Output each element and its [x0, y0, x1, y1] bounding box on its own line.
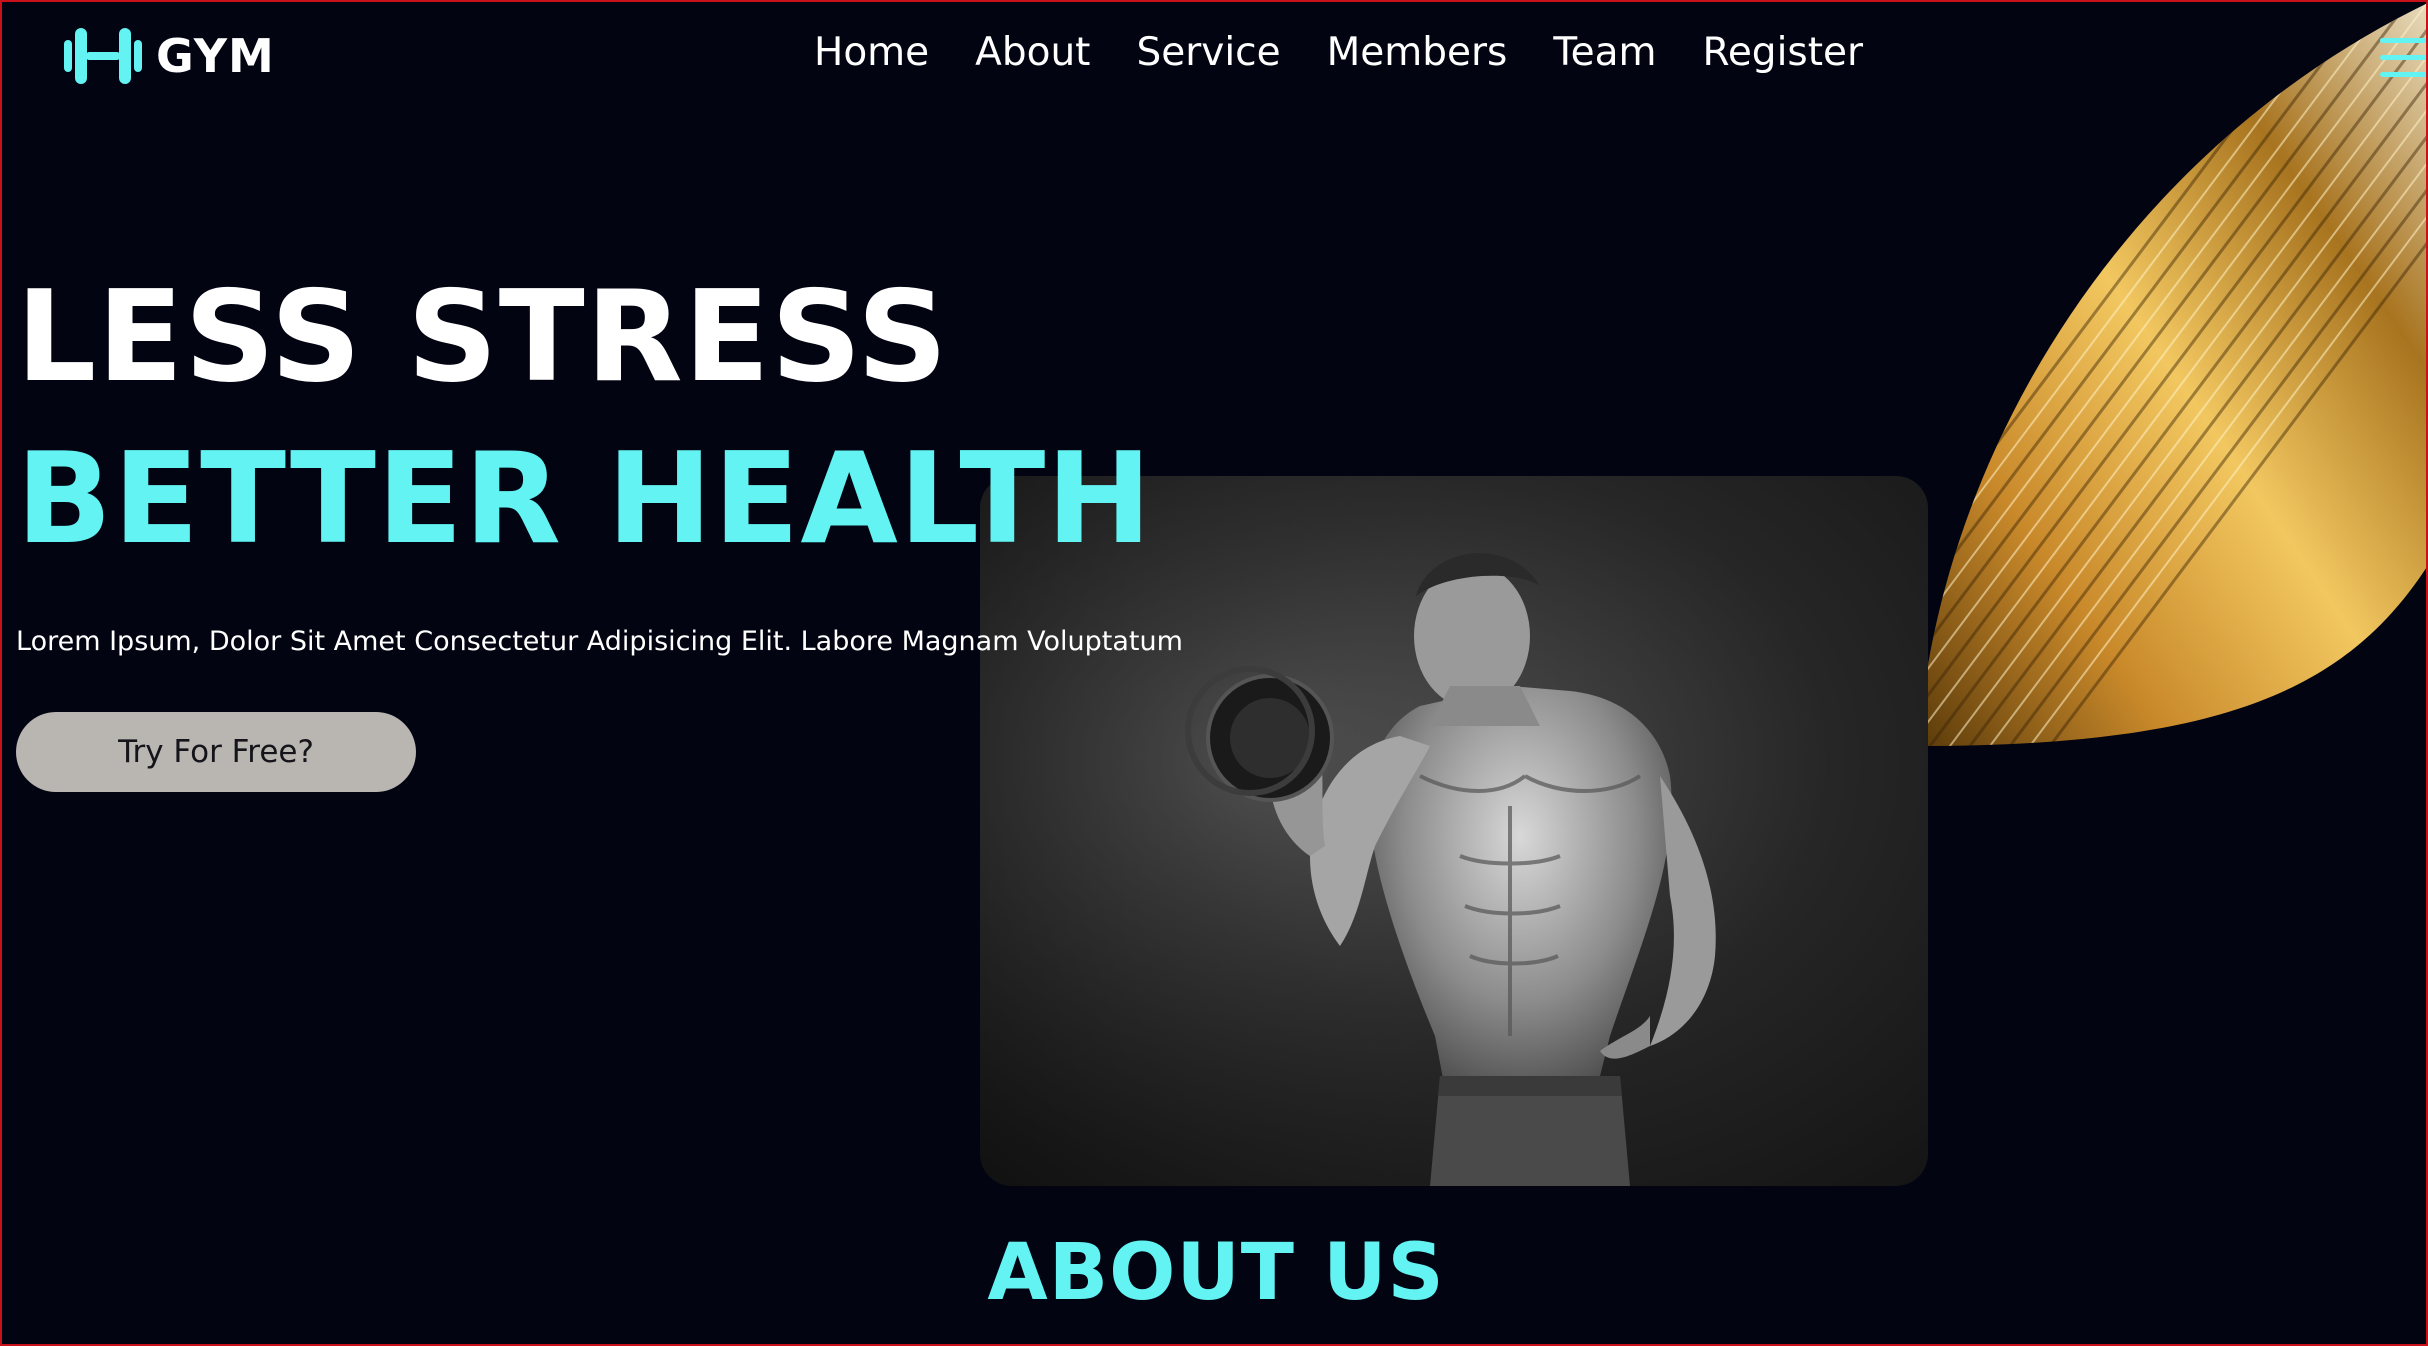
try-for-free-button[interactable]: Try For Free?: [16, 712, 416, 792]
dumbbell-icon: [64, 28, 142, 84]
hero-description: Lorem Ipsum, Dolor Sit Amet Consectetur …: [16, 626, 1183, 657]
hero-image: [980, 476, 1928, 1186]
gold-swoosh-decoration: [1918, 2, 2426, 746]
logo-text: GYM: [156, 29, 275, 83]
nav-link-home[interactable]: Home: [814, 30, 929, 75]
hero-headline-line1: LESS STRESS: [16, 263, 949, 410]
nav-link-members[interactable]: Members: [1327, 30, 1508, 75]
hero-headline-line2: BETTER HEALTH: [16, 425, 1153, 572]
main-nav: Home About Service Members Team Register: [814, 30, 1863, 75]
nav-link-service[interactable]: Service: [1136, 30, 1280, 75]
hamburger-menu-icon[interactable]: [2380, 38, 2426, 78]
nav-link-about[interactable]: About: [975, 30, 1090, 75]
nav-link-team[interactable]: Team: [1553, 30, 1656, 75]
page: GYM Home About Service Members Team Regi…: [0, 0, 2428, 1346]
nav-link-register[interactable]: Register: [1702, 30, 1863, 75]
about-section-title: ABOUT US: [987, 1228, 1445, 1318]
logo[interactable]: GYM: [64, 26, 275, 86]
